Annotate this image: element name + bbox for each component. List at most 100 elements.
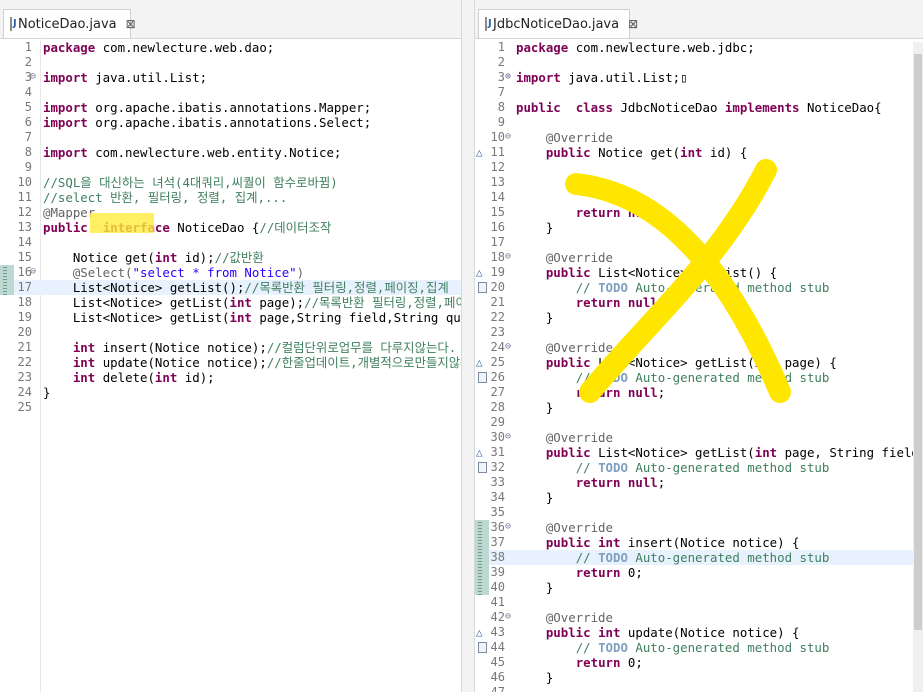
code-line[interactable]: 37 public int insert(Notice notice) { [475, 535, 923, 550]
code-line[interactable]: 24} [0, 385, 461, 400]
line-number: 37 [490, 535, 505, 549]
collapse-fold-icon[interactable]: ⊖ [30, 266, 36, 278]
code-line[interactable]: 23 int delete(int id); [0, 370, 461, 385]
code-line[interactable]: △ 31 public List<Notice> getList(int page… [475, 445, 923, 460]
code-line[interactable]: 20 // TODO Auto-generated method stub [475, 280, 923, 295]
collapse-fold-icon[interactable]: ⊖ [505, 251, 511, 263]
code-line[interactable]: 15 return null; [475, 205, 923, 220]
code-line[interactable]: 10 ⊖ @Override [475, 130, 923, 145]
line-number: 20 [490, 280, 505, 294]
code-line[interactable]: 14 [475, 190, 923, 205]
collapse-fold-icon[interactable]: ⊖ [505, 431, 511, 443]
code-line[interactable]: 1 package com.newlecture.web.jdbc; [475, 40, 923, 55]
code-line[interactable]: 32 // TODO Auto-generated method stub [475, 460, 923, 475]
code-line[interactable]: 1 package com.newlecture.web.dao; [0, 40, 461, 55]
code-line[interactable]: 12 [475, 160, 923, 175]
code-line[interactable]: 29 [475, 415, 923, 430]
code-line[interactable]: 10 //SQL을 대신하는 녀석(4대쿼리,씨퀄이 함수로바뀜) [0, 175, 461, 190]
line-number: 28 [490, 400, 505, 414]
code-line[interactable]: 42 ⊖ @Override [475, 610, 923, 625]
code-line[interactable]: 33 return null; [475, 475, 923, 490]
vertical-scrollbar[interactable] [913, 42, 923, 692]
code-line[interactable]: 16 ⊖ @Select("select * from Notice") [0, 265, 461, 280]
code-line[interactable]: 40 } [475, 580, 923, 595]
code-line[interactable]: 14 [0, 235, 461, 250]
code-line[interactable]: △ 25 public List<Notice> getList(int page… [475, 355, 923, 370]
code-line[interactable]: 2 [0, 55, 461, 70]
code-line[interactable]: 36 ⊖ @Override [475, 520, 923, 535]
code-line[interactable]: 28 } [475, 400, 923, 415]
code-line[interactable]: 39 return 0; [475, 565, 923, 580]
code-line[interactable]: 11 //select 반환, 필터링, 정렬, 집계,... [0, 190, 461, 205]
code-line[interactable]: 44 // TODO Auto-generated method stub [475, 640, 923, 655]
code-line[interactable]: 18 ⊖ @Override [475, 250, 923, 265]
code-line[interactable]: 17 List<Notice> getList();//목록반환 필터링,정렬,… [0, 280, 461, 295]
code-editor-left[interactable]: 1 package com.newlecture.web.dao; 2 3 ⊖ impor… [0, 38, 461, 692]
code-line[interactable]: 20 [0, 325, 461, 340]
line-number: 47 [490, 685, 505, 692]
code-line[interactable]: 8 import com.newlecture.web.entity.Notice… [0, 145, 461, 160]
code-line[interactable]: △ 19 public List<Notice> getList() { [475, 265, 923, 280]
code-line[interactable]: 7 [475, 85, 923, 100]
line-number: 16 [490, 220, 505, 234]
code-line[interactable]: 18 List<Notice> getList(int page);//목록반환… [0, 295, 461, 310]
code-line[interactable]: 8 public class JdbcNoticeDao implements N… [475, 100, 923, 115]
code-line[interactable]: 22 int update(Notice notice);//한줄업데이트,개별… [0, 355, 461, 370]
expand-fold-icon[interactable]: ⊕ [505, 71, 511, 83]
code-line[interactable]: 4 [0, 85, 461, 100]
code-line[interactable]: 13 public interface NoticeDao {//데이터조작 [0, 220, 461, 235]
code-line[interactable]: 21 int insert(Notice notice);//컬럼단위로업무를 … [0, 340, 461, 355]
code-line[interactable]: 16 } [475, 220, 923, 235]
java-file-icon [485, 17, 492, 31]
code-line[interactable]: 13 [475, 175, 923, 190]
collapse-fold-icon[interactable]: ⊖ [505, 131, 511, 143]
code-line[interactable]: 46 } [475, 670, 923, 685]
code-text: } [516, 490, 554, 505]
close-tab-icon[interactable]: ⊠ [628, 17, 638, 31]
code-line[interactable]: 17 [475, 235, 923, 250]
code-line[interactable]: 6 import org.apache.ibatis.annotations.Se… [0, 115, 461, 130]
code-line[interactable]: 7 [0, 130, 461, 145]
collapse-fold-icon[interactable]: ⊖ [505, 521, 511, 533]
code-line[interactable]: 24 ⊖ @Override [475, 340, 923, 355]
line-number: 22 [17, 355, 32, 369]
code-line[interactable]: 15 Notice get(int id);//값반환 [0, 250, 461, 265]
code-line[interactable]: 21 return null; [475, 295, 923, 310]
tab-notice-dao[interactable]: NoticeDao.java ⊠ [3, 9, 136, 38]
code-text: } [516, 580, 554, 595]
code-line[interactable]: 5 import org.apache.ibatis.annotations.Ma… [0, 100, 461, 115]
close-tab-icon[interactable]: ⊠ [126, 17, 136, 31]
editor-divider[interactable] [461, 0, 475, 692]
code-line[interactable]: 3 ⊖ import java.util.List; [0, 70, 461, 85]
code-line[interactable]: 34 } [475, 490, 923, 505]
line-number: 34 [490, 490, 505, 504]
code-line[interactable]: 30 ⊖ @Override [475, 430, 923, 445]
code-line[interactable]: 2 [475, 55, 923, 70]
code-line[interactable]: 12 @Mapper [0, 205, 461, 220]
line-number: 18 [490, 250, 505, 264]
code-line[interactable]: 9 [0, 160, 461, 175]
code-line[interactable]: △ 11 public Notice get(int id) { [475, 145, 923, 160]
code-line[interactable]: 38 // TODO Auto-generated method stub [475, 550, 923, 565]
code-line[interactable]: 35 [475, 505, 923, 520]
code-line[interactable]: 22 } [475, 310, 923, 325]
collapse-fold-icon[interactable]: ⊖ [30, 71, 36, 83]
scrollbar-thumb[interactable] [914, 54, 922, 630]
code-text: // TODO Auto-generated method stub [575, 370, 830, 385]
code-line[interactable]: 9 [475, 115, 923, 130]
code-line[interactable]: 3 ⊕ import java.util.List;▯ [475, 70, 923, 85]
code-editor-right[interactable]: 1 package com.newlecture.web.jdbc; 2 3 ⊕ impo… [475, 38, 923, 692]
code-line[interactable]: 47 [475, 685, 923, 692]
code-line[interactable]: △ 43 public int update(Notice notice) { [475, 625, 923, 640]
tab-jdbc-notice-dao[interactable]: JdbcNoticeDao.java ⊠ [478, 9, 638, 38]
code-line[interactable]: 25 [0, 400, 461, 415]
code-text: } [516, 220, 554, 235]
code-line[interactable]: 23 [475, 325, 923, 340]
code-line[interactable]: 26 // TODO Auto-generated method stub [475, 370, 923, 385]
code-line[interactable]: 45 return 0; [475, 655, 923, 670]
collapse-fold-icon[interactable]: ⊖ [505, 611, 511, 623]
code-line[interactable]: 27 return null; [475, 385, 923, 400]
code-line[interactable]: 19 List<Notice> getList(int page,String … [0, 310, 461, 325]
collapse-fold-icon[interactable]: ⊖ [505, 341, 511, 353]
code-line[interactable]: 41 [475, 595, 923, 610]
